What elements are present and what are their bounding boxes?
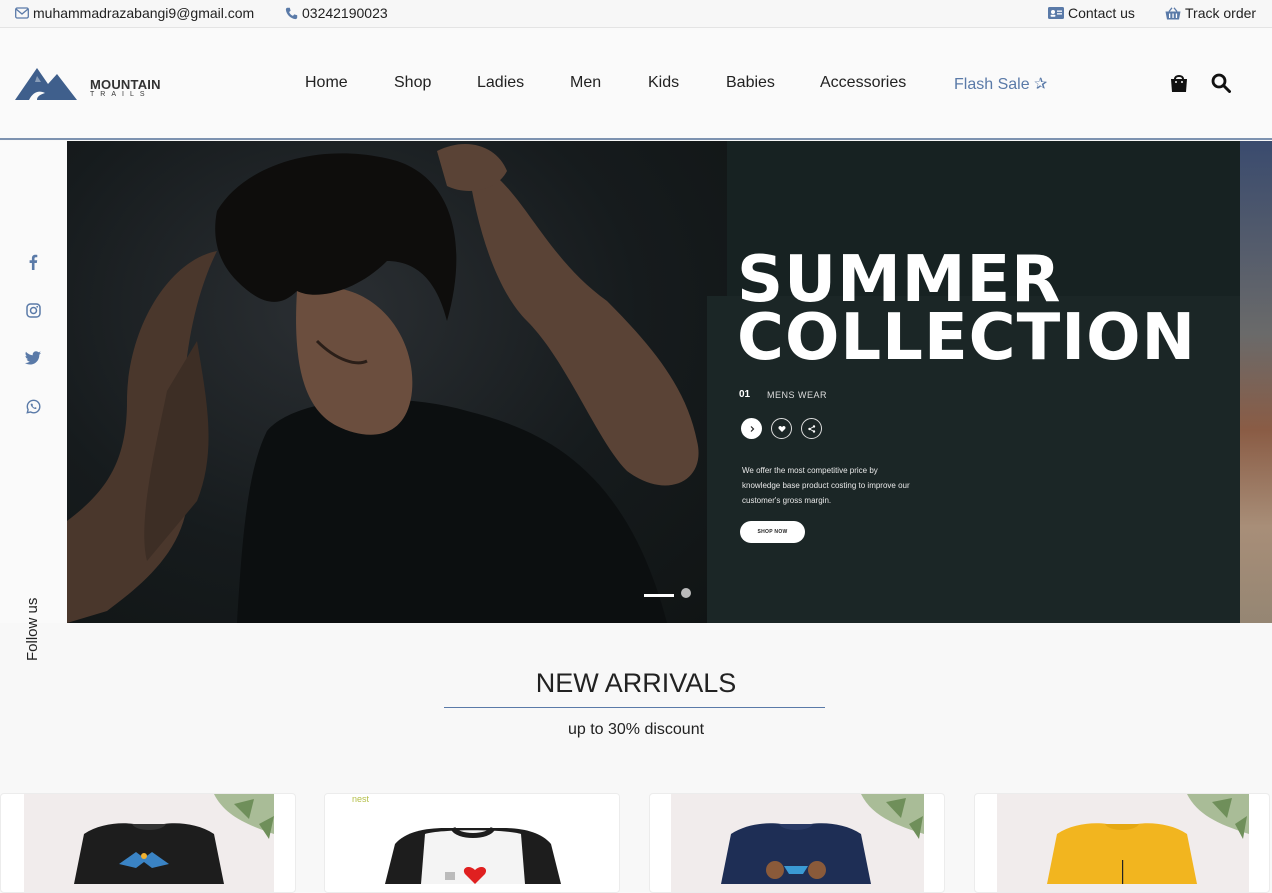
product-card[interactable]: nest: [324, 793, 620, 893]
carousel-indicator-active[interactable]: [644, 594, 674, 597]
email-link[interactable]: muhammadrazabangi9@gmail.com: [15, 5, 254, 21]
phone-link[interactable]: 03242190023: [285, 5, 388, 21]
hero-share-button[interactable]: [801, 418, 822, 439]
whatsapp-icon[interactable]: [24, 397, 42, 415]
nav-home[interactable]: Home: [305, 74, 348, 92]
nav-kids[interactable]: Kids: [648, 74, 679, 92]
product-image: nest: [325, 794, 619, 892]
logo-name: MOUNTAIN: [90, 77, 161, 92]
hero-banner: SUMMER COLLECTION 01 MENS WEAR We offer …: [67, 141, 1240, 623]
product-card[interactable]: [0, 793, 296, 893]
nav-shop[interactable]: Shop: [394, 74, 431, 92]
envelope-icon: [15, 7, 29, 19]
hero-like-button[interactable]: [771, 418, 792, 439]
shop-now-button[interactable]: SHOP NOW: [740, 521, 805, 543]
instagram-icon[interactable]: [24, 301, 42, 319]
facebook-icon[interactable]: [24, 253, 42, 271]
track-order-label: Track order: [1185, 5, 1257, 21]
search-icon[interactable]: [1211, 73, 1231, 98]
carousel-indicator[interactable]: [681, 588, 691, 598]
hero-title-line2: COLLECTION: [737, 301, 1197, 375]
hero-slide-number: 01: [739, 389, 751, 400]
nav-ladies[interactable]: Ladies: [477, 74, 524, 92]
logo[interactable]: MOUNTAIN TRAILS: [15, 66, 170, 102]
hero-model-image: [67, 141, 727, 623]
next-slide-preview: [1240, 141, 1272, 623]
heart-icon: [777, 425, 786, 432]
hero-title: SUMMER COLLECTION: [737, 248, 1197, 375]
mountain-logo-icon: [15, 68, 77, 100]
twitter-icon[interactable]: [24, 349, 42, 367]
chevron-right-icon: [750, 425, 754, 432]
top-bar: muhammadrazabangi9@gmail.com 03242190023…: [0, 0, 1272, 28]
social-sidebar: Follow us: [0, 141, 67, 661]
share-icon: [807, 424, 815, 433]
contact-card-icon: [1048, 7, 1064, 19]
logo-subtitle: TRAILS: [90, 91, 151, 98]
hero-description: We offer the most competitive price by k…: [742, 466, 910, 505]
hero-category: MENS WEAR: [767, 390, 828, 400]
track-order-link[interactable]: Track order: [1165, 5, 1256, 21]
follow-us-label: Follow us: [24, 597, 41, 661]
product-card[interactable]: [649, 793, 945, 893]
title-divider: [444, 707, 825, 708]
product-image: [997, 794, 1249, 892]
shopping-bag-icon[interactable]: [1170, 73, 1188, 98]
nav-babies[interactable]: Babies: [726, 74, 775, 92]
phone-text: 03242190023: [302, 5, 388, 21]
site-header: MOUNTAIN TRAILS Home Shop Ladies Men Kid…: [0, 28, 1272, 140]
hero-next-button[interactable]: [741, 418, 762, 439]
new-arrivals-title: NEW ARRIVALS: [535, 668, 737, 698]
product-brand-tag: nest: [352, 794, 370, 804]
product-image: [24, 794, 274, 892]
nav-accessories[interactable]: Accessories: [820, 74, 906, 92]
basket-icon: [1165, 6, 1181, 20]
nav-men[interactable]: Men: [570, 74, 601, 92]
phone-icon: [285, 7, 298, 20]
contact-us-label: Contact us: [1068, 5, 1135, 21]
new-arrivals-subtitle: up to 30% discount: [567, 721, 705, 738]
product-card[interactable]: [974, 793, 1270, 893]
nav-flash-sale[interactable]: Flash Sale ✰: [954, 74, 1047, 94]
product-image: [671, 794, 924, 892]
email-text: muhammadrazabangi9@gmail.com: [33, 5, 255, 21]
contact-us-link[interactable]: Contact us: [1048, 5, 1135, 21]
